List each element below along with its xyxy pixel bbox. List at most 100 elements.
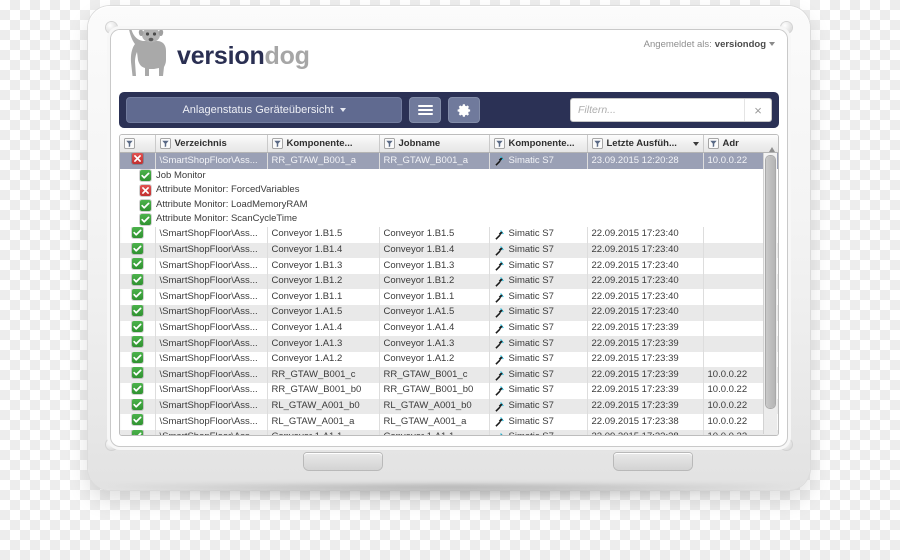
cell-letzte-ausfuehrung: 22.09.2015 17:23:39 xyxy=(587,336,703,352)
status-ok-icon xyxy=(132,289,143,300)
column-header-label: Verzeichnis xyxy=(175,138,227,149)
column-header-label: Jobname xyxy=(399,138,441,149)
status-ok-icon xyxy=(140,214,151,225)
gear-icon xyxy=(457,103,472,118)
latch-right xyxy=(614,453,692,470)
cell-komponente: RR_GTAW_B001_a xyxy=(267,153,379,169)
filter-funnel-icon[interactable] xyxy=(384,138,395,149)
filter-funnel-icon[interactable] xyxy=(708,138,719,149)
status-ok-icon xyxy=(140,200,151,211)
cell-jobname: Conveyor 1.B1.1 xyxy=(379,289,489,305)
table-subrow[interactable]: Attribute Monitor: ForcedVariables xyxy=(120,183,779,198)
table-row[interactable]: \SmartShopFloor\Ass...Conveyor 1.A1.5Con… xyxy=(120,305,779,321)
sort-descending-icon xyxy=(693,142,699,146)
cell-jobname: Conveyor 1.B1.4 xyxy=(379,243,489,259)
cell-komponententyp: Simatic S7 xyxy=(489,153,587,169)
table-row[interactable]: \SmartShopFloor\Ass...RL_GTAW_A001_b0RL_… xyxy=(120,399,779,415)
plc-device-icon xyxy=(494,385,505,396)
table-subrow[interactable]: Attribute Monitor: ScanCycleTime xyxy=(120,212,779,227)
cell-letzte-ausfuehrung: 22.09.2015 17:23:39 xyxy=(587,383,703,399)
column-header-adresse[interactable]: Adr xyxy=(703,135,779,153)
cell-komponententyp: Simatic S7 xyxy=(489,227,587,243)
status-ok-icon xyxy=(132,399,143,410)
subrow-label: Attribute Monitor: ForcedVariables xyxy=(156,183,299,198)
plc-device-icon xyxy=(494,276,505,287)
cell-letzte-ausfuehrung: 22.09.2015 17:23:40 xyxy=(587,243,703,259)
column-header-jobname[interactable]: Jobname xyxy=(379,135,489,153)
device-type-label: Simatic S7 xyxy=(509,368,554,383)
cell-status xyxy=(120,414,155,430)
scrollbar-thumb[interactable] xyxy=(766,156,775,408)
filter-input[interactable] xyxy=(571,99,744,121)
cell-status xyxy=(120,289,155,305)
subrow-label: Attribute Monitor: LoadMemoryRAM xyxy=(156,198,308,213)
cell-jobname: RR_GTAW_B001_a xyxy=(379,153,489,169)
table-row[interactable]: \SmartShopFloor\Ass...Conveyor 1.A1.1Con… xyxy=(120,430,779,436)
table-row[interactable]: \SmartShopFloor\Ass...RR_GTAW_B001_aRR_G… xyxy=(120,153,779,169)
cell-status xyxy=(120,321,155,337)
cell-jobname: Conveyor 1.A1.2 xyxy=(379,352,489,368)
cell-jobname: Conveyor 1.A1.3 xyxy=(379,336,489,352)
cell-jobname: RL_GTAW_A001_a xyxy=(379,414,489,430)
cell-komponente: RL_GTAW_A001_a xyxy=(267,414,379,430)
column-header-label: Komponente... xyxy=(287,138,353,149)
status-error-icon xyxy=(132,153,143,164)
subrow-label: Job Monitor xyxy=(156,169,206,184)
device-type-label: Simatic S7 xyxy=(509,154,554,169)
login-status[interactable]: Angemeldet als:versiondog xyxy=(644,39,775,50)
cell-verzeichnis: \SmartShopFloor\Ass... xyxy=(155,399,267,415)
table-row[interactable]: \SmartShopFloor\Ass...RL_GTAW_A001_aRL_G… xyxy=(120,414,779,430)
filter-field[interactable]: × xyxy=(570,98,772,122)
cell-jobname: RL_GTAW_A001_b0 xyxy=(379,399,489,415)
cell-verzeichnis: \SmartShopFloor\Ass... xyxy=(155,274,267,290)
cell-jobname: RR_GTAW_B001_b0 xyxy=(379,383,489,399)
column-header-verzeichnis[interactable]: Verzeichnis xyxy=(155,135,267,153)
filter-funnel-icon[interactable] xyxy=(272,138,283,149)
cell-letzte-ausfuehrung: 22.09.2015 17:23:38 xyxy=(587,430,703,436)
table-row[interactable]: \SmartShopFloor\Ass...Conveyor 1.B1.1Con… xyxy=(120,289,779,305)
table-row[interactable]: \SmartShopFloor\Ass...Conveyor 1.A1.4Con… xyxy=(120,321,779,337)
cell-komponente: Conveyor 1.A1.1 xyxy=(267,430,379,436)
cell-letzte-ausfuehrung: 22.09.2015 17:23:39 xyxy=(587,321,703,337)
filter-funnel-icon[interactable] xyxy=(124,138,135,149)
table-row[interactable]: \SmartShopFloor\Ass...Conveyor 1.A1.2Con… xyxy=(120,352,779,368)
plc-device-icon xyxy=(494,307,505,318)
table-row[interactable]: \SmartShopFloor\Ass...Conveyor 1.B1.4Con… xyxy=(120,243,779,259)
table-row[interactable]: \SmartShopFloor\Ass...RR_GTAW_B001_cRR_G… xyxy=(120,367,779,383)
device-type-label: Simatic S7 xyxy=(509,274,554,289)
table-row[interactable]: \SmartShopFloor\Ass...Conveyor 1.A1.3Con… xyxy=(120,336,779,352)
table-row[interactable]: \SmartShopFloor\Ass...Conveyor 1.B1.2Con… xyxy=(120,274,779,290)
settings-button[interactable] xyxy=(448,97,480,123)
cell-jobname: RR_GTAW_B001_c xyxy=(379,367,489,383)
wordmark-secondary: dog xyxy=(265,42,310,70)
clear-filter-button[interactable]: × xyxy=(744,99,771,121)
plc-device-icon xyxy=(494,323,505,334)
view-selector-dropdown[interactable]: Anlagenstatus Geräteübersicht xyxy=(126,97,402,123)
cell-verzeichnis: \SmartShopFloor\Ass... xyxy=(155,414,267,430)
table-subrow[interactable]: Attribute Monitor: LoadMemoryRAM xyxy=(120,198,779,213)
vertical-scrollbar[interactable] xyxy=(763,153,777,434)
filter-funnel-icon[interactable] xyxy=(160,138,171,149)
plc-device-icon xyxy=(494,338,505,349)
filter-funnel-icon[interactable] xyxy=(592,138,603,149)
table-row[interactable]: \SmartShopFloor\Ass...RR_GTAW_B001_b0RR_… xyxy=(120,383,779,399)
plc-device-icon xyxy=(494,354,505,365)
column-header-komponententyp[interactable]: Komponente... xyxy=(489,135,587,153)
table-subrow[interactable]: Job Monitor xyxy=(120,169,779,184)
filter-funnel-icon[interactable] xyxy=(494,138,505,149)
plc-device-icon xyxy=(494,229,505,240)
table-row[interactable]: \SmartShopFloor\Ass...Conveyor 1.B1.3Con… xyxy=(120,258,779,274)
wordmark-primary: version xyxy=(177,42,265,70)
table-row[interactable]: \SmartShopFloor\Ass...Conveyor 1.B1.5Con… xyxy=(120,227,779,243)
column-header-status[interactable] xyxy=(120,135,155,153)
toolbar: Anlagenstatus Geräteübersicht × xyxy=(119,92,779,128)
scroll-up-icon[interactable] xyxy=(769,147,775,152)
plc-device-icon xyxy=(494,245,505,256)
device-table: Verzeichnis Komponente... Jobname Komponent… xyxy=(120,135,779,436)
column-header-letzte[interactable]: Letzte Ausfüh... xyxy=(587,135,703,153)
column-header-komponente[interactable]: Komponente... xyxy=(267,135,379,153)
cell-jobname: Conveyor 1.B1.2 xyxy=(379,274,489,290)
device-type-label: Simatic S7 xyxy=(509,243,554,258)
chevron-down-icon xyxy=(769,42,775,46)
menu-button[interactable] xyxy=(409,97,441,123)
